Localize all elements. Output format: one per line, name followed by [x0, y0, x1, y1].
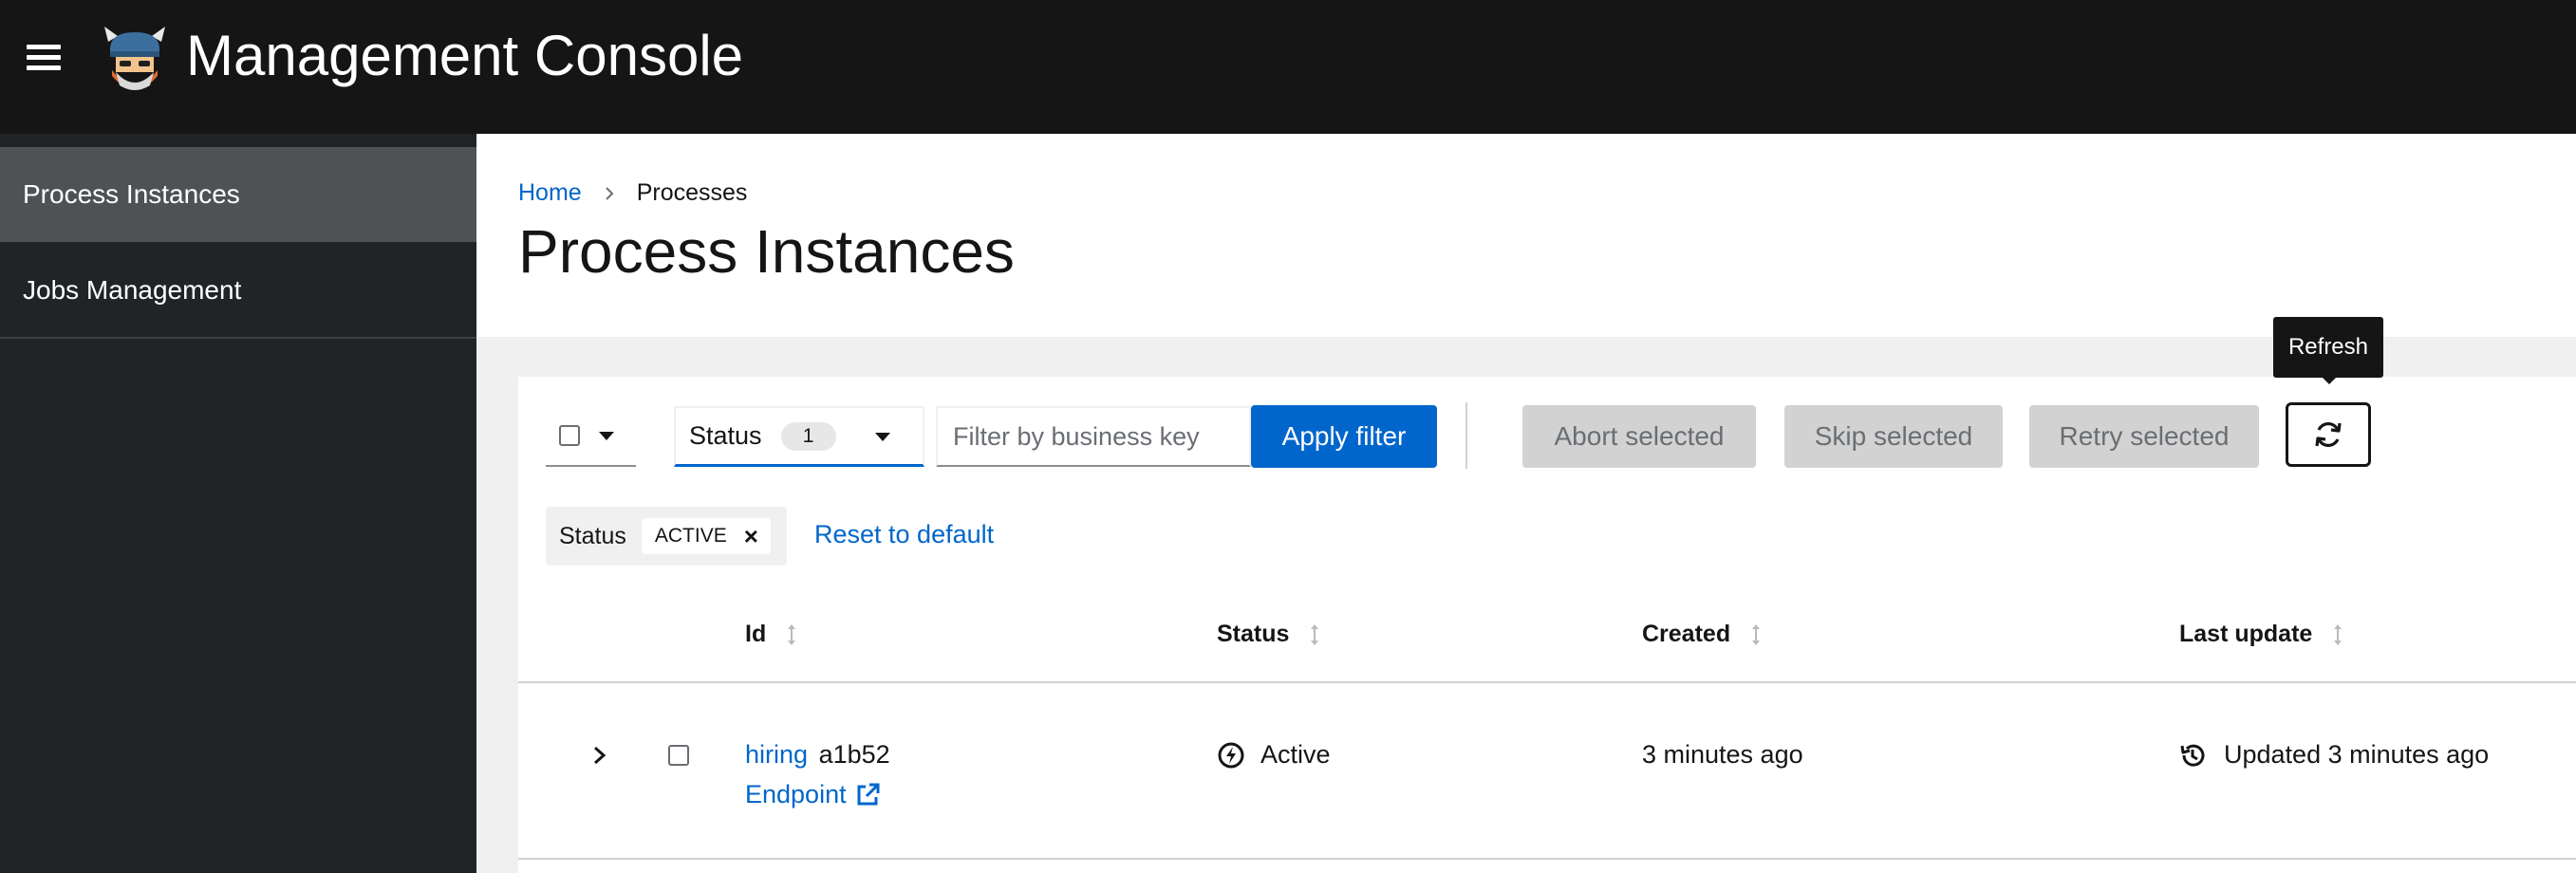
external-link-icon [857, 783, 880, 805]
endpoint-link[interactable]: Endpoint [745, 780, 881, 809]
sort-icon [1752, 623, 1761, 645]
sort-icon [1311, 623, 1319, 645]
column-header-label: Id [745, 621, 767, 647]
last-update-cell: Updated 3 minutes ago [2178, 740, 2489, 770]
status-chip-group: Status ACTIVE × [546, 507, 787, 566]
table-header-border [518, 681, 2576, 683]
column-header-id[interactable]: Id [745, 621, 796, 648]
refresh-tooltip: Refresh [2273, 317, 2383, 378]
row-checkbox[interactable] [668, 745, 689, 766]
app-title: Management Console [186, 24, 744, 87]
table-row-border [518, 858, 2576, 860]
status-filter-label: Status [689, 421, 762, 450]
chip-label: ACTIVE [654, 525, 727, 547]
process-id-cell: hiring a1b52 [745, 740, 890, 770]
toolbar-divider [1465, 402, 1467, 469]
bulk-select-dropdown[interactable] [546, 406, 636, 467]
process-instance-id: a1b52 [818, 740, 890, 769]
endpoint-label: Endpoint [745, 780, 847, 808]
column-header-last-update[interactable]: Last update [2179, 621, 2343, 648]
breadcrumb-home-link[interactable]: Home [518, 179, 582, 207]
column-header-created[interactable]: Created [1642, 621, 1761, 648]
created-cell: 3 minutes ago [1642, 740, 1803, 769]
caret-down-icon [599, 431, 614, 440]
sidebar: Process Instances Jobs Management [0, 134, 476, 873]
column-header-label: Last update [2179, 621, 2313, 647]
retry-selected-button[interactable]: Retry selected [2029, 405, 2259, 468]
skip-selected-button[interactable]: Skip selected [1784, 405, 2003, 468]
abort-selected-button[interactable]: Abort selected [1522, 405, 1756, 468]
select-all-checkbox[interactable] [559, 425, 580, 446]
process-name-link[interactable]: hiring [745, 740, 808, 769]
page-header: Home Processes Process Instances [476, 134, 2576, 337]
refresh-button[interactable] [2286, 402, 2371, 467]
status-text: Active [1260, 740, 1331, 769]
chevron-right-icon [605, 186, 614, 200]
breadcrumb: Home Processes [518, 179, 747, 207]
page-title: Process Instances [518, 217, 1015, 286]
sidebar-item-jobs-management[interactable]: Jobs Management [0, 244, 476, 339]
reset-to-default-link[interactable]: Reset to default [814, 520, 994, 549]
column-header-label: Status [1217, 621, 1290, 647]
status-filter-select[interactable]: Status 1 [674, 406, 924, 467]
sidebar-item-process-instances[interactable]: Process Instances [0, 147, 476, 242]
last-update-text: Updated 3 minutes ago [2224, 740, 2490, 769]
masthead: Management Console [0, 0, 2576, 134]
hamburger-menu-icon[interactable] [27, 41, 61, 75]
sort-icon [788, 623, 796, 645]
history-icon [2180, 744, 2205, 767]
status-filter-count-badge: 1 [780, 421, 836, 451]
column-header-status[interactable]: Status [1217, 621, 1319, 648]
close-icon[interactable]: × [744, 524, 758, 548]
status-cell: Active [1217, 740, 1331, 770]
apply-filter-button[interactable]: Apply filter [1251, 405, 1437, 468]
refresh-icon [2315, 421, 2342, 448]
tooltip-arrow [2321, 376, 2338, 384]
active-status-icon [1218, 742, 1244, 768]
status-chip: ACTIVE × [641, 518, 771, 554]
breadcrumb-current: Processes [636, 179, 748, 206]
viking-logo-icon [103, 23, 167, 95]
caret-down-icon [875, 433, 890, 441]
business-key-search-input[interactable] [936, 406, 1251, 467]
column-header-label: Created [1642, 621, 1731, 647]
expand-row-icon[interactable] [588, 741, 611, 770]
chip-group-category: Status [559, 522, 626, 549]
sort-icon [2334, 623, 2343, 645]
